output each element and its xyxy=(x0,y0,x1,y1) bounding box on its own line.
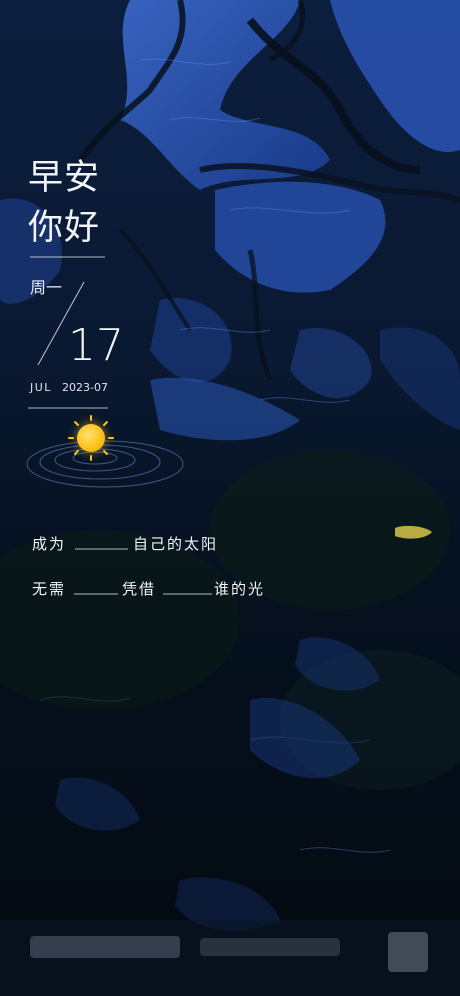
quote-line1-part1: 成为 xyxy=(32,535,67,553)
quote-line2-part2: 凭借 xyxy=(122,580,157,598)
year-month-label: 2023-07 xyxy=(62,381,108,394)
background-photo xyxy=(0,0,460,996)
quote-line1-part2: 自己的太阳 xyxy=(133,535,219,553)
weekday-label: 周一 xyxy=(30,278,63,297)
quote-line2-part1: 无需 xyxy=(32,580,67,598)
greeting-line-2: 你好 xyxy=(28,208,101,248)
sun-icon xyxy=(77,424,105,452)
month-label: JUL xyxy=(30,381,52,394)
day-number: 17 xyxy=(68,320,124,371)
greeting-line-1: 早安 xyxy=(28,158,101,198)
quote-line2-part3: 谁的光 xyxy=(214,580,266,598)
